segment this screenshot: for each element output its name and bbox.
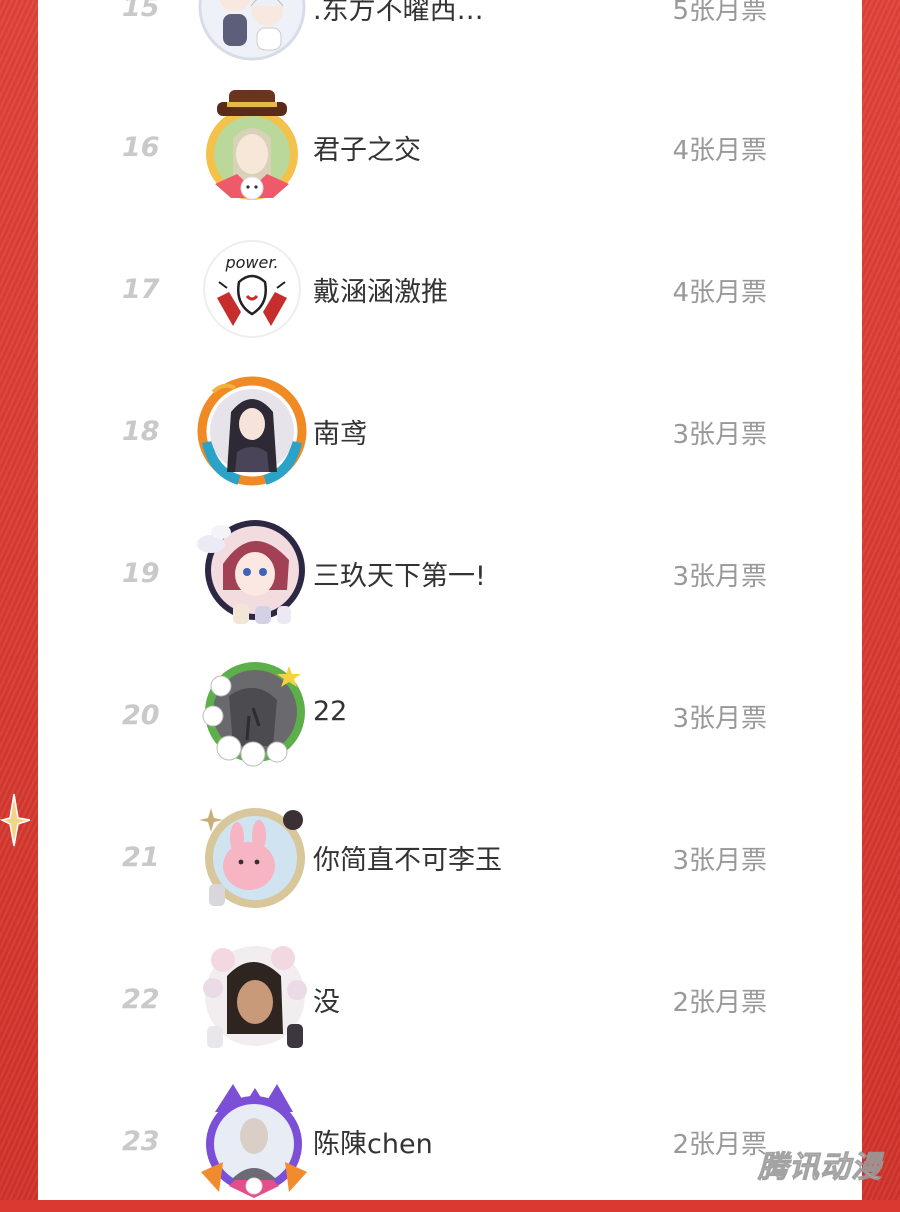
ranking-list-panel: 15 .东方不曜西… 5张月票 16 君子之交 4张月票 17 power. 戴… xyxy=(38,0,862,1200)
list-item[interactable]: 23 陈陳chen 2张月票 xyxy=(38,1070,862,1212)
user-name: 三玖天下第一! xyxy=(313,561,486,592)
user-name: 22 xyxy=(313,696,348,727)
ticket-count: 3张月票 xyxy=(672,420,767,450)
ticket-count: 3张月票 xyxy=(672,846,767,876)
ticket-count: 3张月票 xyxy=(672,704,767,734)
list-item[interactable]: 20 22 3张月票 xyxy=(38,644,862,786)
rank-number: 16 xyxy=(122,132,160,163)
ticket-count: 4张月票 xyxy=(672,136,767,166)
rank-number: 23 xyxy=(122,1126,160,1157)
svg-text:power.: power. xyxy=(224,253,278,272)
list-item[interactable]: 15 .东方不曜西… 5张月票 xyxy=(38,0,862,78)
ticket-count: 2张月票 xyxy=(672,988,767,1018)
rank-number: 21 xyxy=(122,842,160,873)
ticket-count: 5张月票 xyxy=(672,0,767,26)
avatar[interactable]: power. xyxy=(193,230,311,348)
rank-number: 19 xyxy=(122,558,160,589)
list-item[interactable]: 21 你简直不可李玉 3张月票 xyxy=(38,786,862,928)
ticket-count: 2张月票 xyxy=(672,1130,767,1160)
list-item[interactable]: 22 没 2张月票 xyxy=(38,928,862,1070)
user-name: 戴涵涵激推 xyxy=(313,277,448,308)
user-name: 南鸢 xyxy=(313,419,367,450)
rank-number: 15 xyxy=(122,0,160,23)
avatar[interactable] xyxy=(193,88,311,206)
list-item[interactable]: 16 君子之交 4张月票 xyxy=(38,76,862,218)
list-item[interactable]: 19 三玖天下第一! 3张月票 xyxy=(38,502,862,644)
avatar[interactable] xyxy=(193,940,311,1058)
rank-number: 17 xyxy=(122,274,160,305)
list-item[interactable]: 18 南鸢 3张月票 xyxy=(38,360,862,502)
user-name: .东方不曜西… xyxy=(313,0,484,26)
avatar[interactable] xyxy=(193,372,311,490)
ticket-count: 3张月票 xyxy=(672,562,767,592)
rank-number: 18 xyxy=(122,416,160,447)
user-name: 君子之交 xyxy=(313,135,421,166)
avatar[interactable] xyxy=(193,514,311,632)
avatar[interactable] xyxy=(193,0,311,66)
avatar[interactable] xyxy=(193,656,311,774)
avatar[interactable] xyxy=(193,798,311,916)
rank-number: 20 xyxy=(122,700,160,731)
ticket-count: 4张月票 xyxy=(672,278,767,308)
tencent-comic-watermark-logo: 腾讯动漫 xyxy=(758,1150,882,1186)
user-name: 没 xyxy=(313,987,340,1018)
list-item[interactable]: 17 power. 戴涵涵激推 4张月票 xyxy=(38,218,862,360)
sparkle-icon xyxy=(0,793,31,847)
user-name: 你简直不可李玉 xyxy=(313,845,502,876)
user-name: 陈陳chen xyxy=(313,1129,433,1160)
avatar[interactable] xyxy=(193,1082,311,1200)
rank-number: 22 xyxy=(122,984,160,1015)
